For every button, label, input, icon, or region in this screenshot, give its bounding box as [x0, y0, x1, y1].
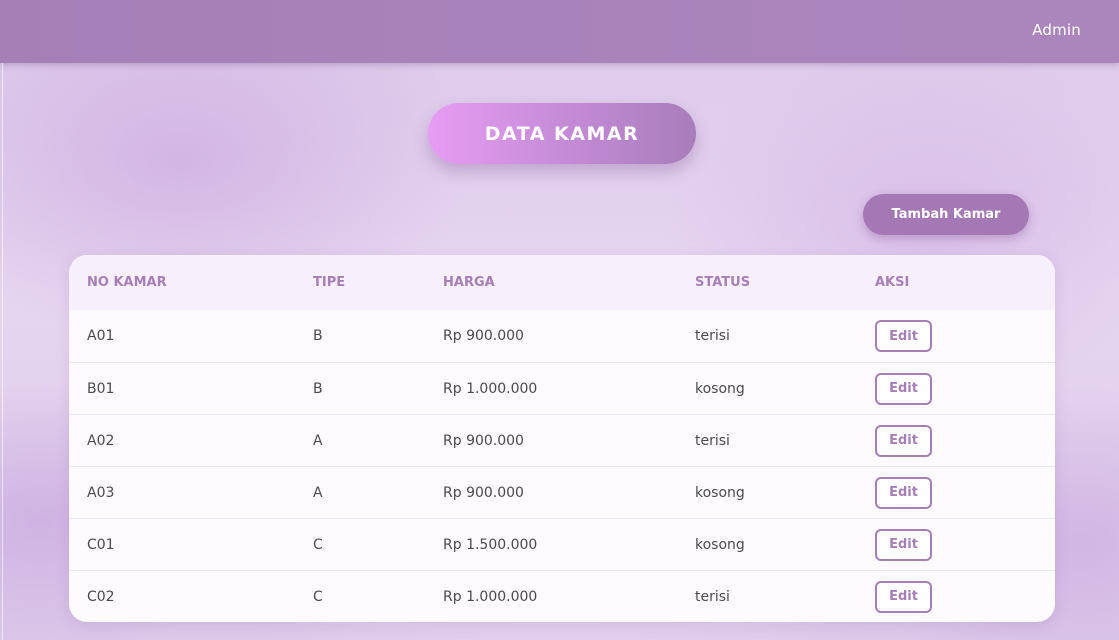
table-row: B01 B Rp 1.000.000 kosong Edit: [69, 362, 1055, 415]
cell-no-kamar: A03: [69, 466, 313, 519]
cell-harga: Rp 900.000: [443, 328, 524, 344]
cell-aksi: Edit: [875, 362, 1055, 415]
left-edge-line: [2, 63, 3, 640]
header-tipe: TIPE: [313, 275, 346, 290]
cell-no-kamar: A01: [87, 328, 115, 344]
cell-tipe: C: [313, 518, 443, 571]
header-no-kamar: NO KAMAR: [87, 275, 167, 290]
table-row: C01 C Rp 1.500.000 kosong Edit: [69, 518, 1055, 571]
cell-status: terisi: [695, 570, 875, 622]
cell-aksi: Edit: [875, 518, 1055, 571]
rooms-table: NO KAMAR TIPE HARGA STATUS AKSI A01 B Rp…: [69, 255, 1055, 622]
rooms-table-card: NO KAMAR TIPE HARGA STATUS AKSI A01 B Rp…: [69, 255, 1055, 622]
cell-aksi: Edit: [875, 466, 1055, 519]
table-row: C02 C Rp 1.000.000 terisi Edit: [69, 570, 1055, 622]
table-header: NO KAMAR TIPE HARGA STATUS AKSI: [69, 255, 1055, 310]
edit-button[interactable]: Edit: [875, 372, 932, 405]
cell-harga: Rp 1.500.000: [443, 518, 695, 571]
admin-user-menu[interactable]: Admin: [1032, 21, 1081, 39]
cell-no-kamar: C02: [69, 570, 313, 622]
edit-button[interactable]: Edit: [875, 580, 932, 613]
cell-no-kamar: C01: [69, 518, 313, 571]
cell-aksi: Edit: [875, 310, 1055, 363]
cell-harga: Rp 900.000: [443, 414, 695, 467]
header-aksi: AKSI: [875, 275, 910, 290]
cell-tipe: B: [313, 328, 323, 344]
table-row: A01 B Rp 900.000 terisi Edit: [69, 310, 1055, 363]
cell-harga: Rp 900.000: [443, 466, 695, 519]
edit-button[interactable]: Edit: [875, 424, 932, 457]
table-row: A02 A Rp 900.000 terisi Edit: [69, 414, 1055, 467]
table-body: A01 B Rp 900.000 terisi Edit B01 B Rp 1.…: [69, 310, 1055, 622]
table-row: A03 A Rp 900.000 kosong Edit: [69, 466, 1055, 519]
edit-button[interactable]: Edit: [875, 476, 932, 509]
cell-tipe: A: [313, 414, 443, 467]
edit-button[interactable]: Edit: [875, 320, 932, 352]
cell-status: kosong: [695, 362, 875, 415]
cell-status: kosong: [695, 518, 875, 571]
cell-status: terisi: [695, 328, 730, 344]
add-room-button[interactable]: Tambah Kamar: [863, 194, 1029, 235]
cell-no-kamar: A02: [69, 414, 313, 467]
cell-harga: Rp 1.000.000: [443, 570, 695, 622]
cell-status: terisi: [695, 414, 875, 467]
edit-button[interactable]: Edit: [875, 528, 932, 561]
cell-aksi: Edit: [875, 570, 1055, 622]
cell-no-kamar: B01: [69, 362, 313, 415]
cell-tipe: B: [313, 362, 443, 415]
cell-status: kosong: [695, 466, 875, 519]
header-status: STATUS: [695, 275, 751, 290]
top-navbar: Admin: [0, 0, 1119, 63]
cell-aksi: Edit: [875, 414, 1055, 467]
cell-tipe: C: [313, 570, 443, 622]
cell-harga: Rp 1.000.000: [443, 362, 695, 415]
table-header-row: NO KAMAR TIPE HARGA STATUS AKSI: [69, 255, 1055, 310]
cell-tipe: A: [313, 466, 443, 519]
page-title: DATA KAMAR: [428, 103, 696, 164]
header-harga: HARGA: [443, 275, 495, 290]
